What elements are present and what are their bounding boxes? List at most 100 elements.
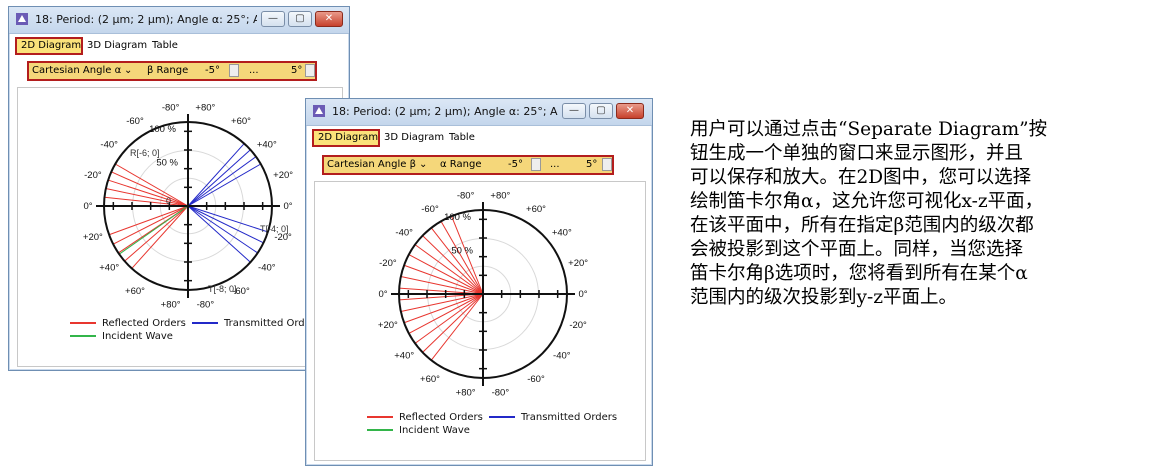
- window-title: 18: Period: (2 µm; 2 µm); Angle α: 25°; …: [332, 105, 558, 118]
- close-icon: ✕: [324, 13, 334, 24]
- close-button[interactable]: ✕: [315, 11, 343, 27]
- tab-3d-diagram[interactable]: 3D Diagram: [83, 37, 151, 55]
- range-from-spinner[interactable]: [531, 158, 541, 171]
- order-ray: [187, 156, 257, 207]
- range-to-input[interactable]: 5°: [291, 63, 302, 79]
- diagram-toolbar: Cartesian Angle α ⌄ β Range -5° ... 5°: [27, 61, 317, 81]
- legend-swatch-transmitted: [489, 416, 515, 418]
- angle-label: 0°: [83, 201, 92, 212]
- angle-label: +80°: [195, 103, 215, 114]
- radial-label-100: 100 %: [444, 212, 471, 223]
- legend-item-incident: Incident Wave: [70, 331, 173, 342]
- range-to-input[interactable]: 5°: [586, 157, 597, 173]
- order-annotation: T[-8; 0]: [208, 284, 237, 294]
- order-annotation: 0: [166, 196, 171, 206]
- legend-swatch-reflected: [367, 416, 393, 418]
- title-bar[interactable]: 18: Period: (2 µm; 2 µm); Angle α: 25°; …: [9, 7, 349, 34]
- angle-label: +20°: [273, 170, 293, 181]
- maximize-button[interactable]: ▢: [589, 103, 613, 119]
- chevron-down-icon: ⌄: [124, 65, 133, 76]
- range-separator: ...: [550, 159, 560, 170]
- order-ray: [187, 143, 245, 207]
- angle-label: -60°: [527, 374, 545, 385]
- order-ray: [187, 205, 264, 244]
- range-label: β Range: [147, 65, 189, 76]
- angle-label: -60°: [126, 116, 144, 127]
- description-text: 用户可以通过点击“Separate Diagram”按 钮生成一个单独的窗口来显…: [690, 118, 1160, 310]
- angle-label: -40°: [100, 139, 118, 150]
- title-bar[interactable]: 18: Period: (2 µm; 2 µm); Angle α: 25°; …: [306, 99, 652, 126]
- mode-select[interactable]: Cartesian Angle α ⌄: [32, 63, 132, 79]
- description-line: 钮生成一个单独的窗口来显示图形，并且: [690, 143, 1024, 164]
- order-ray: [111, 171, 189, 207]
- mode-select[interactable]: Cartesian Angle β ⌄: [327, 157, 427, 173]
- legend-swatch-incident: [70, 335, 96, 337]
- order-ray: [131, 205, 189, 269]
- tab-2d-diagram[interactable]: 2D Diagram: [312, 129, 380, 147]
- minimize-icon: —: [569, 105, 579, 116]
- tab-2d-diagram[interactable]: 2D Diagram: [15, 37, 83, 55]
- legend-item-reflected: Reflected Orders: [70, 318, 186, 329]
- angle-label: +40°: [394, 351, 414, 362]
- angle-label: -20°: [84, 170, 102, 181]
- legend-swatch-transmitted: [192, 322, 218, 324]
- legend-item-reflected: Reflected Orders: [367, 412, 483, 423]
- window-title: 18: Period: (2 µm; 2 µm); Angle α: 25°; …: [35, 13, 257, 26]
- range-from-spinner[interactable]: [229, 64, 239, 77]
- legend-label-incident: Incident Wave: [102, 331, 173, 342]
- order-ray: [187, 205, 269, 233]
- angle-label: +40°: [257, 139, 277, 150]
- angle-label: +60°: [526, 204, 546, 215]
- polar-plot-area: -80° +80° -60° +60° -40° +40° -20° +20° 0° 0° +20°…: [17, 87, 343, 367]
- order-ray: [105, 188, 189, 207]
- range-to-spinner[interactable]: [602, 158, 612, 171]
- app-icon: [313, 105, 325, 117]
- minimize-button[interactable]: —: [261, 11, 285, 27]
- minimize-button[interactable]: —: [562, 103, 586, 119]
- order-ray: [118, 205, 189, 255]
- angle-label: +80°: [456, 387, 476, 398]
- order-ray: [187, 205, 258, 254]
- description-line: 用户可以通过点击“Separate Diagram”按: [690, 119, 1048, 140]
- app-icon: [16, 13, 28, 25]
- order-ray: [187, 163, 261, 207]
- order-annotation: T[-4; 0]: [260, 224, 289, 234]
- legend-label-transmitted: Transmitted Orders: [521, 412, 618, 423]
- diagram-toolbar: Cartesian Angle β ⌄ α Range -5° ... 5°: [322, 155, 614, 175]
- order-ray: [187, 149, 251, 207]
- legend-item-transmitted: Transmitted Orders: [192, 318, 320, 329]
- legend-swatch-incident: [367, 429, 393, 431]
- angle-label: 0°: [283, 201, 292, 212]
- angle-label: +80°: [161, 299, 181, 310]
- diagram-window-beta: 18: Period: (2 µm; 2 µm); Angle α: 25°; …: [305, 98, 653, 466]
- tab-3d-diagram[interactable]: 3D Diagram: [380, 129, 448, 147]
- polar-diagram: -80° +80° -60° +60° -40° +40° -20° +20° 0° 0° +20°…: [83, 103, 293, 311]
- angle-label: +20°: [568, 258, 588, 269]
- order-ray: [422, 293, 484, 353]
- angle-label: -40°: [258, 263, 276, 274]
- range-from-input[interactable]: -5°: [205, 63, 220, 79]
- description-line: 会被投影到这个平面上。同样，当您选择: [690, 239, 1024, 260]
- order-ray: [408, 293, 484, 334]
- close-button[interactable]: ✕: [616, 103, 644, 119]
- description-line: 绘制笛卡尔角α，这允许您可视化x-z平面，: [690, 191, 1044, 212]
- range-to-spinner[interactable]: [305, 64, 315, 77]
- mode-select-value: Cartesian Angle β: [327, 159, 416, 170]
- radial-label-50: 50 %: [451, 246, 473, 257]
- close-icon: ✕: [625, 105, 635, 116]
- angle-label: +60°: [125, 286, 145, 297]
- legend-item-incident: Incident Wave: [367, 425, 470, 436]
- maximize-button[interactable]: ▢: [288, 11, 312, 27]
- description-line: 可以保存和放大。在2D图中，您可以选择: [690, 167, 1032, 188]
- legend-label-reflected: Reflected Orders: [399, 412, 483, 423]
- radial-label-50: 50 %: [156, 158, 178, 169]
- tab-table[interactable]: Table: [148, 37, 182, 55]
- angle-label: -20°: [379, 258, 397, 269]
- legend-label-reflected: Reflected Orders: [102, 318, 186, 329]
- maximize-icon: ▢: [295, 13, 305, 24]
- tab-table[interactable]: Table: [445, 129, 479, 147]
- range-from-input[interactable]: -5°: [508, 157, 523, 173]
- angle-label: +40°: [99, 263, 119, 274]
- legend-label-incident: Incident Wave: [399, 425, 470, 436]
- angle-label: -80°: [197, 299, 215, 310]
